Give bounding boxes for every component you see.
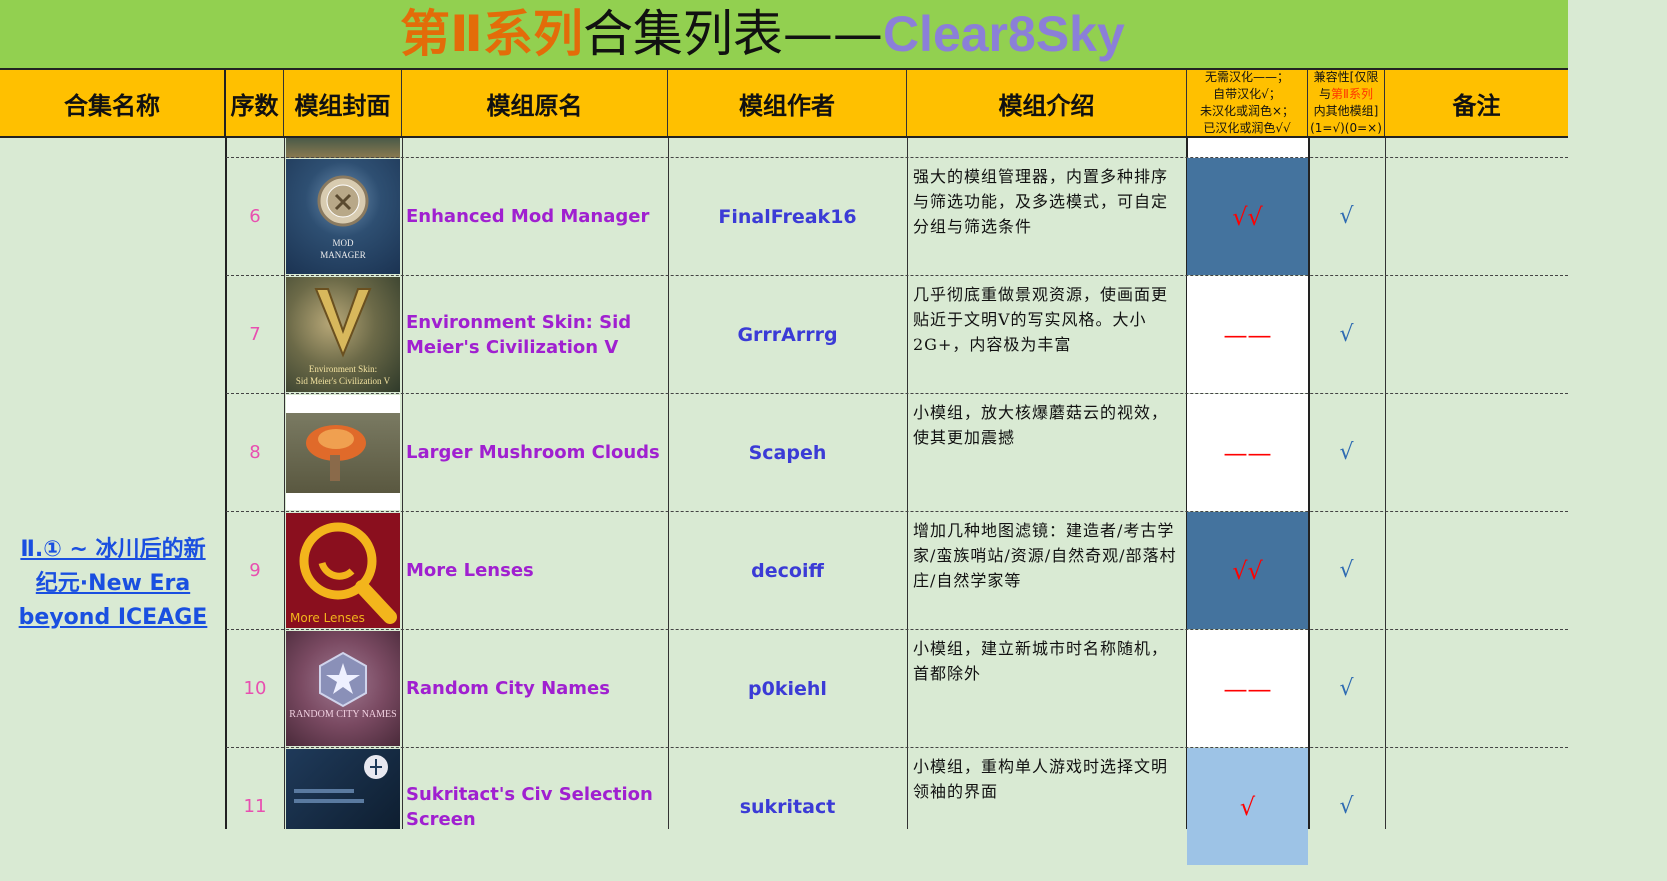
row-index: 7 (249, 324, 261, 345)
hanhua-partial (1187, 138, 1308, 158)
star-badge-icon (319, 651, 367, 708)
mod-intro: 小模组，建立新城市时名称随机，首都除外 (913, 639, 1169, 683)
mod-cover-image: More Lenses (286, 513, 400, 628)
mod-cover-image (286, 749, 400, 829)
mod-name[interactable]: Sukritact's Civ Selection Screen (402, 748, 668, 865)
table-body: Ⅱ.① ~ 冰川后的新 纪元·New Era beyond ICEAGE 6 M… (0, 138, 1568, 865)
memo-cell (1385, 630, 1568, 747)
cover-caption: RANDOM CITY NAMES (289, 709, 397, 720)
mod-name[interactable]: Random City Names (402, 630, 668, 747)
header-cover[interactable]: 模组封面 (284, 70, 402, 136)
mod-author[interactable]: Scapeh (668, 394, 907, 511)
compatibility-status: √ (1339, 322, 1354, 347)
collection-name[interactable]: Ⅱ.① ~ 冰川后的新 纪元·New Era beyond ICEAGE (0, 533, 226, 635)
row-index: 11 (243, 796, 267, 817)
mod-author[interactable]: FinalFreak16 (668, 158, 907, 275)
mod-intro: 增加几种地图滤镜：建造者/考古学家/蛮族哨站/资源/自然奇观/部落村庄/自然学家… (913, 521, 1177, 590)
header-localization[interactable]: 无需汉化——； 自带汉化√； 未汉化或润色×； 已汉化或润色√√ (1187, 70, 1308, 136)
row-index: 9 (249, 560, 261, 581)
mod-intro: 小模组，放大核爆蘑菇云的视效，使其更加震撼 (913, 403, 1169, 447)
row-index: 8 (249, 442, 261, 463)
cover-caption: Environment Skin: Sid Meier's Civilizati… (295, 364, 391, 386)
header-author[interactable]: 模组作者 (668, 70, 907, 136)
localization-status: √√ (1187, 512, 1308, 629)
table-row[interactable]: 9 More Lenses More Lenses decoiff 增加几种地图… (226, 512, 1568, 629)
table-row[interactable]: 8 Larger Mushroom Clouds Scapeh 小模组，放大核爆… (226, 394, 1568, 511)
mod-name[interactable]: More Lenses (402, 512, 668, 629)
table-header: 合集名称 序数 模组封面 模组原名 模组作者 模组介绍 无需汉化——； 自带汉化… (0, 68, 1568, 138)
header-name[interactable]: 模组原名 (402, 70, 668, 136)
localization-status: —— (1187, 630, 1308, 747)
mod-cover-image: Environment Skin: Sid Meier's Civilizati… (286, 277, 400, 392)
localization-status: —— (1187, 276, 1308, 393)
memo-cell (1385, 276, 1568, 393)
mod-name[interactable]: Environment Skin: Sid Meier's Civilizati… (402, 276, 668, 393)
table-row[interactable]: 11 Sukritact's Civ Selection Screen sukr… (226, 748, 1568, 865)
title-bar: 第Ⅱ系列合集列表——Clear8Sky (0, 0, 1568, 68)
table-row[interactable]: 6 MOD MANAGER Enhanced Mod Manager Final… (226, 158, 1568, 275)
compatibility-status: √ (1339, 558, 1354, 583)
mod-author[interactable]: p0kiehl (668, 630, 907, 747)
mod-name[interactable]: Enhanced Mod Manager (402, 158, 668, 275)
localization-status: √ (1187, 748, 1308, 865)
header-intro[interactable]: 模组介绍 (907, 70, 1187, 136)
localization-status: —— (1187, 394, 1308, 511)
mushroom-cloud-icon (306, 425, 366, 481)
mod-intro: 强大的模组管理器，内置多种排序与筛选功能，及多选模式，可自定分组与筛选条件 (913, 167, 1169, 236)
mod-name[interactable]: Larger Mushroom Clouds (402, 394, 668, 511)
cover-caption: MOD MANAGER (320, 238, 366, 260)
compatibility-status: √ (1339, 204, 1354, 229)
header-index[interactable]: 序数 (226, 70, 284, 136)
memo-cell (1385, 748, 1568, 829)
mod-cover-image: RANDOM CITY NAMES (286, 631, 400, 746)
compatibility-status: √ (1339, 676, 1354, 701)
header-compatibility[interactable]: 兼容性[仅限 与第Ⅱ系列 内其他模组] (1=√)(0=×) (1308, 70, 1385, 136)
compatibility-status: √ (1339, 440, 1354, 465)
header-collection[interactable]: 合集名称 (0, 70, 226, 136)
memo-cell (1385, 512, 1568, 629)
page-title: 第Ⅱ系列合集列表——Clear8Sky (400, 5, 1125, 63)
row-index: 10 (243, 678, 267, 699)
cover-caption: More Lenses (290, 611, 365, 625)
header-memo[interactable]: 备注 (1385, 70, 1568, 136)
row-index: 6 (249, 206, 261, 227)
localization-status: √√ (1187, 158, 1308, 275)
table-row[interactable]: 7 Environment Skin: Sid Meier's Civiliza… (226, 276, 1568, 393)
fleur-de-lis-icon (294, 755, 388, 803)
memo-cell (1385, 394, 1568, 511)
compatibility-status: √ (1339, 794, 1354, 819)
mod-intro: 几乎彻底重做景观资源，使画面更贴近于文明Ⅴ的写实风格。大小2G+，内容极为丰富 (913, 285, 1169, 354)
mod-cover-image (286, 395, 400, 510)
cover-partial (286, 138, 400, 158)
mod-cover-image: MOD MANAGER (286, 159, 400, 274)
mod-author[interactable]: sukritact (668, 748, 907, 865)
memo-cell (1385, 158, 1568, 275)
mod-author[interactable]: decoiff (668, 512, 907, 629)
table-row[interactable]: 10 RANDOM CITY NAMES Random City Names p… (226, 630, 1568, 747)
mod-author[interactable]: GrrrArrrg (668, 276, 907, 393)
mod-intro: 小模组，重构单人游戏时选择文明领袖的界面 (913, 757, 1169, 801)
